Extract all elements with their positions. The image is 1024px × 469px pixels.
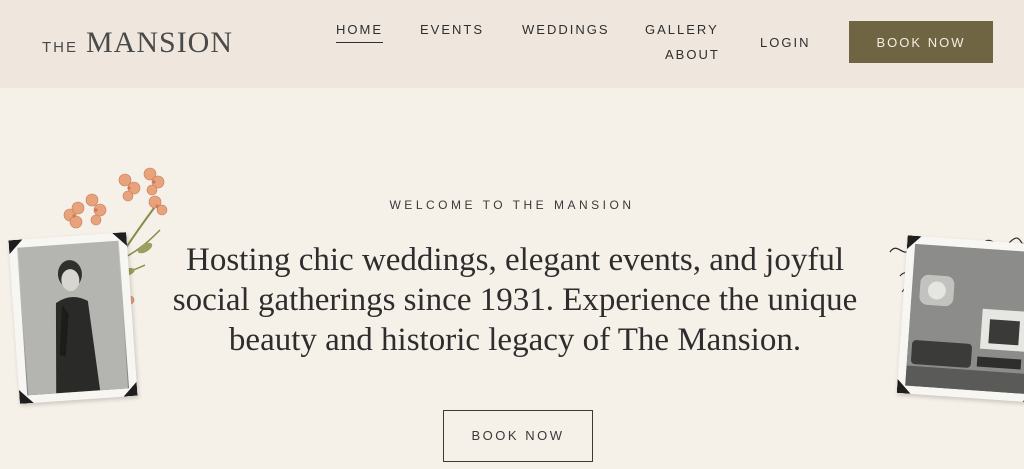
interior-room-icon (905, 243, 1024, 395)
interior-image (905, 243, 1024, 395)
mansion-interior-photo (896, 235, 1024, 403)
nav-login[interactable]: LOGIN (760, 35, 810, 50)
logo-wordmark: MANSION (86, 26, 234, 59)
nav-about[interactable]: ABOUT (665, 47, 720, 62)
nav-events[interactable]: EVENTS (420, 22, 484, 37)
portrait-image (16, 240, 130, 396)
hero-book-now-button[interactable]: BOOK NOW (443, 410, 593, 462)
hero-kicker: WELCOME TO THE MANSION (389, 198, 635, 212)
hero-headline: Hosting chic weddings, elegant events, a… (172, 242, 858, 358)
vintage-portrait-photo (8, 232, 137, 404)
nav-home[interactable]: HOME (336, 22, 383, 43)
header-book-now-button[interactable]: BOOK NOW (849, 21, 993, 63)
logo-prefix: THE (42, 39, 78, 56)
site-header: THE MANSION HOME EVENTS WEDDINGS GALLERY… (0, 0, 1024, 88)
nav-weddings[interactable]: WEDDINGS (522, 22, 610, 37)
site-logo[interactable]: THE MANSION (42, 26, 233, 60)
woman-portrait-icon (17, 240, 129, 396)
nav-gallery[interactable]: GALLERY (645, 22, 719, 37)
